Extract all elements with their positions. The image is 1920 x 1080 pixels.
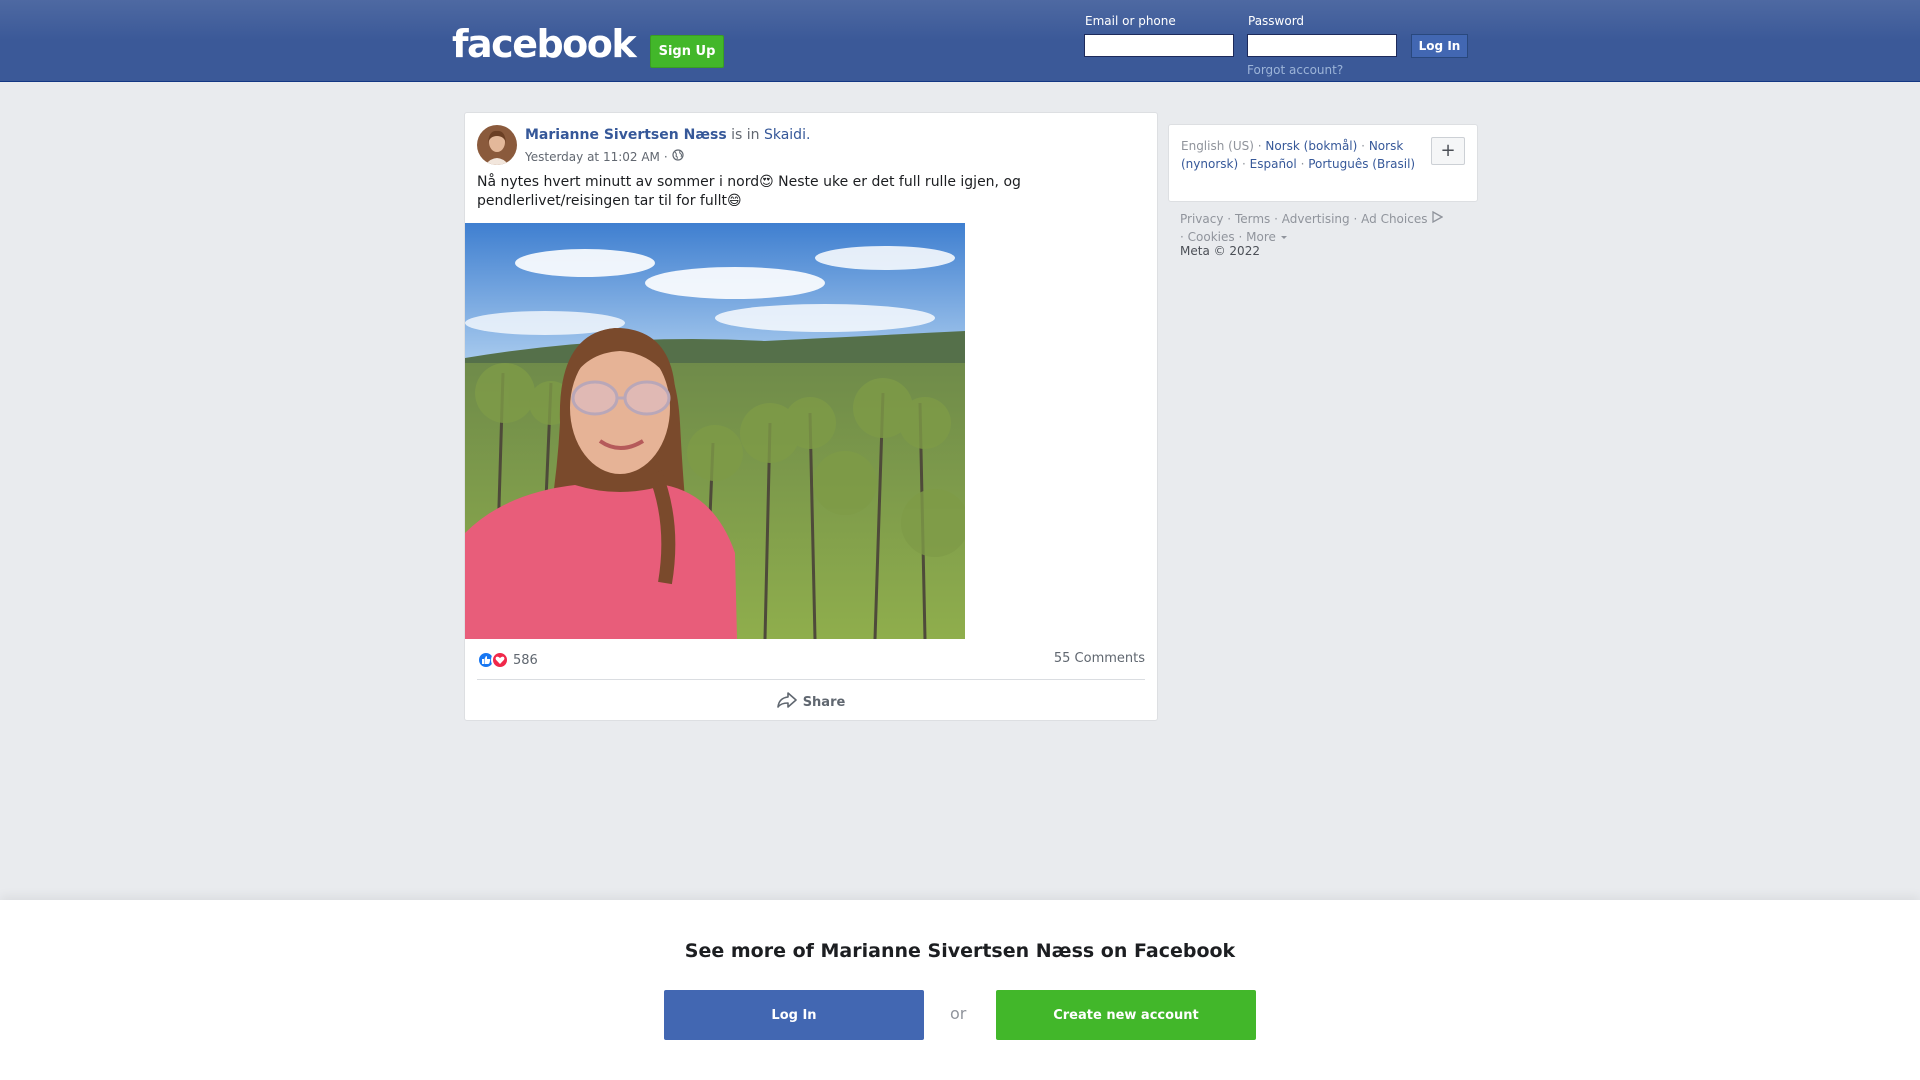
meta-separator: · xyxy=(663,149,668,164)
footer-link-cookies[interactable]: Cookies xyxy=(1188,230,1235,244)
ad-choices-icon xyxy=(1431,210,1444,226)
footer-link-more[interactable]: More xyxy=(1246,230,1276,244)
share-label: Share xyxy=(802,694,846,710)
separator: · xyxy=(1180,230,1184,244)
caret-down-icon xyxy=(1280,230,1288,244)
post-photo[interactable] xyxy=(465,223,965,639)
share-button[interactable]: Share xyxy=(465,687,1157,717)
footer-link-ad-choices[interactable]: Ad Choices xyxy=(1361,212,1427,226)
reactions-summary[interactable]: 586 xyxy=(477,651,538,669)
separator: · xyxy=(1361,139,1365,153)
email-label: Email or phone xyxy=(1085,14,1176,28)
banner-title: See more of Marianne Sivertsen Næss on F… xyxy=(684,940,1236,962)
post-header: Marianne Sivertsen Næss is in Skaidi. xyxy=(525,127,810,143)
footer-link-privacy[interactable]: Privacy xyxy=(1180,212,1223,226)
password-field[interactable] xyxy=(1247,34,1397,57)
current-language: English (US) xyxy=(1181,139,1254,153)
love-icon xyxy=(491,651,509,669)
separator: · xyxy=(1353,212,1358,226)
action-divider xyxy=(477,679,1145,680)
post-text: Nå nytes hvert minutt av sommer i nord😍 … xyxy=(477,174,1021,209)
password-label: Password xyxy=(1248,14,1305,28)
language-box: English (US) · Norsk (bokmål) · Norsk (n… xyxy=(1168,124,1478,202)
separator: · xyxy=(1238,230,1243,244)
is-in-text: is in xyxy=(731,127,760,143)
create-account-button[interactable]: Create new account xyxy=(996,990,1256,1040)
separator: · xyxy=(1227,212,1232,226)
comments-link[interactable]: 55 Comments xyxy=(1054,651,1145,666)
language-link-norsk-bokmal[interactable]: Norsk (bokmål) xyxy=(1265,139,1357,153)
post-timestamp[interactable]: Yesterday at 11:02 AM xyxy=(525,150,660,164)
separator: · xyxy=(1257,139,1262,153)
facebook-logo[interactable]: facebook xyxy=(452,22,637,66)
reaction-count: 586 xyxy=(513,652,538,668)
footer-link-terms[interactable]: Terms xyxy=(1235,212,1270,226)
email-field[interactable] xyxy=(1084,34,1234,57)
footer-link-advertising[interactable]: Advertising xyxy=(1282,212,1350,226)
copyright: Meta © 2022 xyxy=(1180,244,1260,258)
language-link-portugues[interactable]: Português (Brasil) xyxy=(1308,157,1415,171)
author-link[interactable]: Marianne Sivertsen Næss xyxy=(525,127,727,143)
post-card: Marianne Sivertsen Næss is in Skaidi. Ye… xyxy=(464,112,1158,721)
avatar[interactable] xyxy=(477,125,517,165)
footer-links: Privacy · Terms · Advertising · Ad Choic… xyxy=(1180,210,1476,246)
login-button[interactable]: Log In xyxy=(1411,34,1468,58)
top-bar: facebook Sign Up Email or phone Password… xyxy=(0,0,1920,82)
globe-icon xyxy=(672,149,684,164)
post-meta: Yesterday at 11:02 AM · xyxy=(525,149,684,164)
share-icon xyxy=(776,692,797,712)
separator: · xyxy=(1300,157,1305,171)
separator: · xyxy=(1241,157,1246,171)
separator: · xyxy=(1274,212,1278,226)
signup-banner: See more of Marianne Sivertsen Næss on F… xyxy=(0,900,1920,1080)
place-link[interactable]: Skaidi. xyxy=(764,127,810,143)
banner-login-button[interactable]: Log In xyxy=(664,990,924,1040)
forgot-account-link[interactable]: Forgot account? xyxy=(1247,63,1343,77)
signup-button[interactable]: Sign Up xyxy=(650,35,724,68)
add-language-button[interactable]: + xyxy=(1431,137,1465,165)
language-link-espanol[interactable]: Español xyxy=(1250,157,1297,171)
or-text: or xyxy=(950,1004,967,1023)
